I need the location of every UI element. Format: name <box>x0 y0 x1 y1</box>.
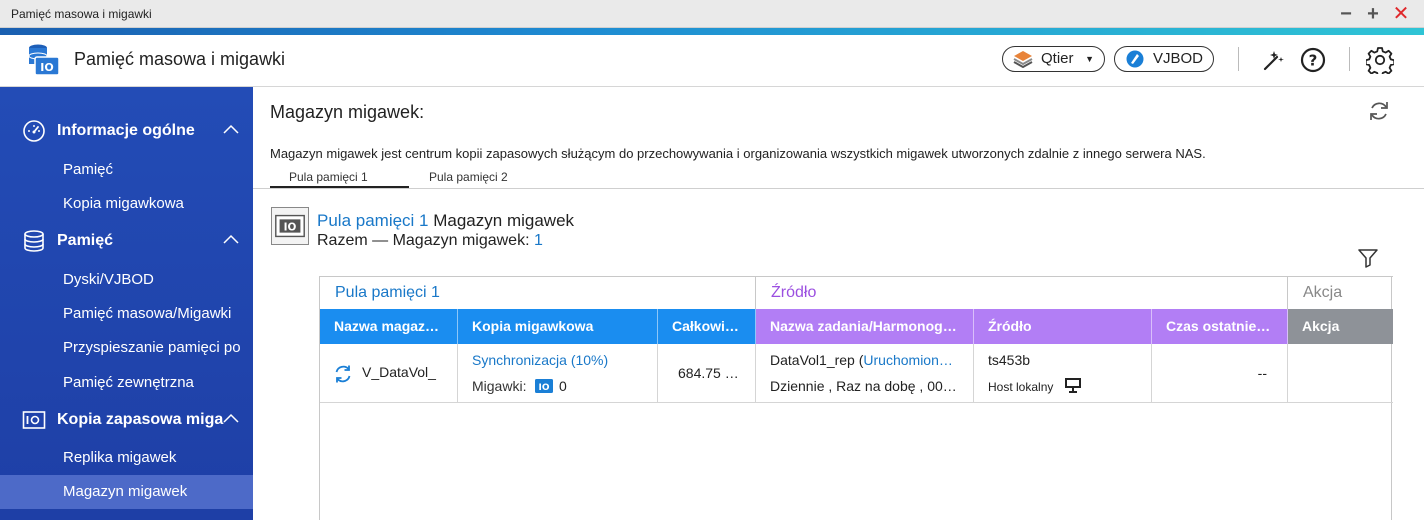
chevron-down-icon: ▼ <box>1085 54 1094 64</box>
cell-source: ts453b Host lokalny <box>974 344 1152 403</box>
magic-wand-icon[interactable] <box>1260 46 1288 74</box>
tab-pool-1[interactable]: Pula pamięci 1 <box>289 170 368 184</box>
total-size: 684.75 … <box>678 365 739 381</box>
vault-total: Razem — Magazyn migawek: 1 <box>317 232 543 250</box>
pool-vault-title: Pula pamięci 1 Magazyn migawek <box>317 211 574 231</box>
last-time-value: -- <box>1257 365 1267 381</box>
header-divider <box>1238 47 1239 71</box>
sidebar-section-label: Kopia zapasowa miga <box>57 411 224 428</box>
chevron-up-icon[interactable] <box>223 412 239 424</box>
storage-snapshots-app-icon: IO <box>28 44 60 76</box>
snapshot-vault-icon: IO <box>271 207 309 245</box>
vjbod-button[interactable]: VJBOD <box>1114 46 1214 72</box>
col-header-snapshot[interactable]: Kopia migawkowa <box>458 309 658 344</box>
job-name-text: DataVol1_rep ( <box>770 352 864 368</box>
cell-total: 684.75 … <box>658 344 756 403</box>
group-header-source: Źródło <box>756 276 1288 309</box>
col-header-action: Akcja <box>1288 309 1393 344</box>
qtier-layers-icon <box>1013 51 1033 68</box>
svg-text:?: ? <box>1309 52 1318 70</box>
cell-last-time: -- <box>1152 344 1288 403</box>
filter-icon[interactable] <box>1357 247 1379 269</box>
vault-total-label: Razem — Magazyn migawek: <box>317 232 534 249</box>
table-row[interactable]: V_DataVol_ Synchronizacja (10%) Migawki:… <box>320 344 1393 403</box>
vjbod-icon <box>1126 50 1144 68</box>
svg-text:IO: IO <box>40 61 53 74</box>
job-name: DataVol1_rep (Uruchomion… <box>770 352 962 368</box>
cell-snapshot: Synchronizacja (10%) Migawki: IO 0 <box>458 344 658 403</box>
qtier-label: Qtier <box>1041 50 1074 67</box>
vault-name: V_DataVol_ <box>362 364 436 380</box>
sidebar-item-snapshot-vault[interactable]: Magazyn migawek <box>0 475 253 509</box>
job-status-link[interactable]: Uruchomion… <box>863 352 952 368</box>
snapshots-count: 0 <box>559 378 567 394</box>
tab-pool-2[interactable]: Pula pamięci 2 <box>429 170 508 184</box>
source-name: ts453b <box>988 352 1031 368</box>
source-host: Host lokalny <box>988 380 1054 394</box>
monitor-icon <box>1065 378 1081 393</box>
app-name: Pamięć masowa i migawki <box>74 49 286 69</box>
database-icon <box>24 230 44 252</box>
main-panel: Magazyn migawek: Magazyn migawek jest ce… <box>253 87 1424 520</box>
sidebar-section-snapshot-backup[interactable]: Kopia zapasowa miga <box>0 404 253 436</box>
sync-status-link[interactable]: Synchronizacja (10%) <box>472 352 608 368</box>
close-icon[interactable]: ✕ <box>1390 3 1412 25</box>
sidebar-section-storage[interactable]: Pamięć <box>0 225 253 257</box>
vault-table: Pula pamięci 1 Źródło Akcja Nazwa magaz…… <box>319 276 1393 520</box>
active-tab-indicator <box>270 186 409 188</box>
accent-bar <box>0 28 1424 35</box>
sidebar: Informacje ogólne Pamięć Kopia migawkowa… <box>0 87 253 520</box>
chevron-up-icon[interactable] <box>223 233 239 245</box>
minimize-icon[interactable]: − <box>1335 3 1357 25</box>
group-header-action: Akcja <box>1288 276 1393 309</box>
sidebar-item-cache-acceleration[interactable]: Przyspieszanie pamięci po <box>0 331 253 365</box>
vault-total-count: 1 <box>533 232 543 249</box>
group-header-pool: Pula pamięci 1 <box>320 276 756 309</box>
svg-text:IO: IO <box>284 221 297 233</box>
sidebar-item-external-storage[interactable]: Pamięć zewnętrzna <box>0 366 253 400</box>
refresh-icon[interactable] <box>1367 99 1391 123</box>
maximize-icon[interactable]: + <box>1362 3 1384 25</box>
window-title: Pamięć masowa i migawki <box>11 7 152 21</box>
vjbod-label: VJBOD <box>1153 50 1204 67</box>
col-header-vault-name[interactable]: Nazwa magaz… <box>320 309 458 344</box>
gear-icon[interactable] <box>1366 46 1394 74</box>
page-title: Magazyn migawek: <box>270 102 425 122</box>
job-schedule: Dziennie , Raz na dobę , 00… <box>770 378 957 394</box>
gauge-icon <box>23 120 45 142</box>
pool-tabs: Pula pamięci 1 Pula pamięci 2 <box>253 167 1424 189</box>
cell-action <box>1288 344 1393 403</box>
sidebar-item-disks-vjbod[interactable]: Dyski/VJBOD <box>0 263 253 297</box>
app-header: IO Pamięć masowa i migawki Qtier ▼ VJBOD… <box>0 35 1424 87</box>
cell-job-schedule: DataVol1_rep (Uruchomion… Dziennie , Raz… <box>756 344 974 403</box>
page-description: Magazyn migawek jest centrum kopii zapas… <box>270 146 1206 161</box>
snapshot-icon: IO <box>535 379 553 393</box>
col-header-total[interactable]: Całkowi… <box>658 309 756 344</box>
sidebar-item-storage-overview[interactable]: Pamięć <box>0 153 253 187</box>
sidebar-item-snapshot-overview[interactable]: Kopia migawkowa <box>0 187 253 221</box>
snapshots-count-label: Migawki: <box>472 378 527 394</box>
sync-icon <box>335 365 351 383</box>
sidebar-item-snapshot-replica[interactable]: Replika migawek <box>0 441 253 475</box>
qtier-button[interactable]: Qtier ▼ <box>1002 46 1105 72</box>
pool-vault-suffix: Magazyn migawek <box>428 211 575 230</box>
pool-name-link[interactable]: Pula pamięci 1 <box>317 211 429 230</box>
chevron-up-icon[interactable] <box>223 123 239 135</box>
sidebar-section-overview[interactable]: Informacje ogólne <box>0 115 253 147</box>
col-header-source[interactable]: Źródło <box>974 309 1152 344</box>
snapshot-backup-icon <box>22 411 46 429</box>
col-header-last-time[interactable]: Czas ostatnie… <box>1152 309 1288 344</box>
cell-vault-name: V_DataVol_ <box>320 344 458 403</box>
header-divider <box>1349 47 1350 71</box>
sidebar-section-label: Pamięć <box>57 232 114 249</box>
col-header-job-schedule[interactable]: Nazwa zadania/Harmonog… <box>756 309 974 344</box>
sidebar-section-label: Informacje ogólne <box>57 122 195 139</box>
svg-text:IO: IO <box>539 383 550 393</box>
sidebar-item-storage-snapshots[interactable]: Pamięć masowa/Migawki <box>0 297 253 331</box>
help-icon[interactable]: ? <box>1299 46 1327 74</box>
window-titlebar: Pamięć masowa i migawki − + ✕ <box>0 0 1424 28</box>
